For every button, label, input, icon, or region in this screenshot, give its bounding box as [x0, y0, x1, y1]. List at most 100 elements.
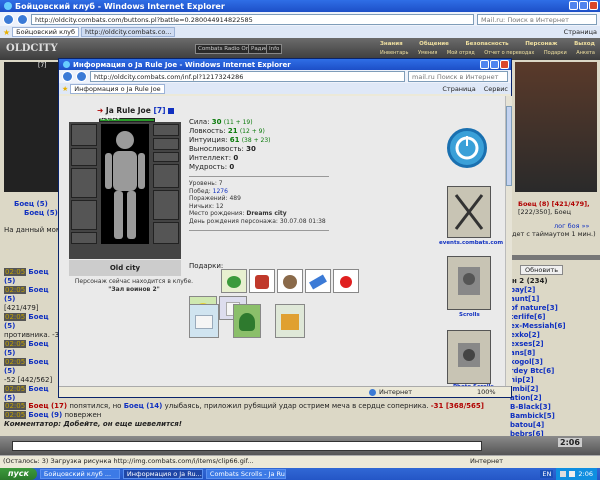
favorites-icon[interactable]: ★	[3, 28, 10, 37]
gift-item[interactable]	[275, 304, 305, 338]
shield-slot[interactable]	[153, 190, 179, 220]
popup-favorites-icon[interactable]: ★	[62, 85, 68, 93]
scrolls-link[interactable]: Scrolls	[459, 312, 480, 318]
popup-maximize-button[interactable]	[490, 60, 499, 69]
scrolls-banner[interactable]	[447, 256, 491, 310]
menu-knowledge[interactable]: Знания	[380, 41, 403, 47]
language-indicator[interactable]: EN	[540, 470, 554, 478]
gift-item[interactable]	[277, 269, 303, 293]
game-logo[interactable]: OLDCITY	[6, 43, 58, 54]
left-fighter-2[interactable]: Боец (5)	[24, 209, 58, 217]
gift-item[interactable]	[305, 269, 331, 293]
close-button[interactable]	[589, 1, 598, 10]
earring-slot[interactable]	[153, 124, 179, 136]
menu-security[interactable]: Безопасность	[465, 41, 508, 47]
bracer-slot[interactable]	[71, 148, 97, 166]
popup-zoom[interactable]: 100%	[477, 387, 496, 397]
events-banner[interactable]	[447, 186, 491, 238]
toolbar-page[interactable]: Страница	[564, 28, 597, 36]
gift-item[interactable]	[333, 269, 359, 293]
player-item[interactable]: batou[4]	[510, 421, 595, 430]
ring-slot[interactable]	[153, 152, 179, 162]
log-line-defeated: 02:05 Боец (9) повержен	[4, 411, 304, 420]
forward-icon[interactable]	[17, 13, 28, 25]
menu-profile[interactable]: Анкета	[576, 50, 595, 56]
gloves-slot[interactable]	[153, 164, 179, 188]
player-item[interactable]: aunt[1]	[510, 295, 595, 304]
player-item[interactable]: bay[2]	[510, 286, 595, 295]
popup-content: ➜ Ja Rule Joe [7] 424/424 Old city Персо…	[59, 96, 505, 390]
character-level: [7]	[153, 106, 166, 115]
popup-back-icon[interactable]	[62, 71, 73, 82]
armor-slot[interactable]	[71, 200, 97, 230]
menu-character[interactable]: Персонаж	[525, 41, 557, 47]
main-status-zone: Интернет	[470, 457, 504, 465]
player-item[interactable]: ation[2]	[510, 394, 595, 403]
chat-input[interactable]	[12, 441, 482, 451]
player-item[interactable]: ans[8]	[510, 349, 595, 358]
right-fighter-name[interactable]: Боец (8) [421/479],	[518, 200, 590, 208]
popup-forward-icon[interactable]	[76, 71, 87, 82]
gift-item[interactable]	[221, 269, 247, 293]
player-item[interactable]: exses[2]	[510, 340, 595, 349]
left-fighter-1[interactable]: Боец (5)	[14, 200, 48, 208]
popup-close-button[interactable]	[500, 60, 509, 69]
belt-slot[interactable]	[71, 232, 97, 244]
info-button[interactable]: Info	[266, 44, 283, 54]
player-item[interactable]: ex-Messiah[6]	[510, 322, 595, 331]
tab-combats[interactable]: Бойцовский клуб	[12, 27, 80, 37]
log-line-full: 02:05 Боец (17) попятился, но Боец (14) …	[4, 402, 504, 411]
url-field[interactable]: http://oldcity.combats.com/buttons.pl?ba…	[31, 13, 474, 25]
taskbar-button-scrolls[interactable]: Combats Scrolls - Ja Rul...	[205, 469, 286, 479]
log-link[interactable]: лог боя »»	[554, 222, 590, 230]
popup-toolbar-tools[interactable]: Сервис	[484, 85, 508, 93]
player-item[interactable]: exko[2]	[510, 331, 595, 340]
info-icon[interactable]	[168, 108, 175, 114]
tray-network-icon[interactable]	[560, 471, 567, 477]
refresh-button[interactable]: Обновить	[520, 265, 564, 275]
player-item[interactable]: of nature[3]	[510, 304, 595, 313]
menu-skills[interactable]: Умения	[418, 50, 437, 56]
start-button[interactable]: пуск	[0, 468, 37, 480]
player-item[interactable]: imbi[2]	[510, 385, 595, 394]
popup-scrollbar[interactable]	[505, 96, 512, 386]
menu-exit[interactable]: Выход	[574, 41, 595, 47]
gift-item[interactable]	[249, 269, 275, 293]
back-icon[interactable]	[3, 13, 14, 25]
maximize-button[interactable]	[579, 1, 588, 10]
character-name[interactable]: Ja Rule Joe	[106, 106, 151, 115]
search-field[interactable]: Mail.ru: Поиск в Интернет	[477, 13, 597, 25]
menu-inventory[interactable]: Инвентарь	[380, 50, 408, 56]
taskbar-button-main[interactable]: Бойцовский клуб ...	[39, 469, 120, 479]
player-item[interactable]: rdey Btc[6]	[510, 367, 595, 376]
gift-item[interactable]	[233, 304, 261, 338]
minimize-button[interactable]	[569, 1, 578, 10]
events-link[interactable]: events.combats.com	[439, 240, 503, 246]
menu-squad[interactable]: Мой отряд	[447, 50, 475, 56]
events-logo[interactable]	[447, 128, 487, 168]
player-item[interactable]: hip[2]	[510, 376, 595, 385]
popup-title-bar: Информация о Ja Rule Joe - Windows Inter…	[59, 59, 511, 70]
gift-item[interactable]	[189, 304, 219, 338]
boots-slot[interactable]	[153, 222, 179, 244]
player-item[interactable]: B-Black[3]	[510, 403, 595, 412]
popup-toolbar-page[interactable]: Страница	[442, 85, 475, 93]
player-item[interactable]: Bambick[5]	[510, 412, 595, 421]
popup-url-field[interactable]: http://oldcity.combats.com/inf.pl?121732…	[90, 71, 405, 82]
photo-scrolls-banner[interactable]	[447, 330, 491, 384]
weapon-slot[interactable]	[71, 168, 97, 198]
popup-tab-info[interactable]: Информация о Ja Rule Joe	[70, 83, 165, 94]
tab-oldcity[interactable]: http://oldcity.combats.co...	[81, 27, 176, 37]
player-item[interactable]: kogol[3]	[510, 358, 595, 367]
menu-communication[interactable]: Общение	[419, 41, 449, 47]
popup-search-field[interactable]: mail.ru Поиск в Интернет	[408, 71, 508, 82]
menu-gifts[interactable]: Подарки	[544, 50, 567, 56]
amulet-slot[interactable]	[153, 138, 179, 150]
menu-transfers[interactable]: Отчет о переводах	[484, 50, 534, 56]
player-item[interactable]: terlife[6]	[510, 313, 595, 322]
popup-minimize-button[interactable]	[480, 60, 489, 69]
popup-scroll-thumb[interactable]	[506, 106, 512, 186]
taskbar-button-info[interactable]: Информация о Ja Ru...	[122, 469, 203, 479]
tray-volume-icon[interactable]	[569, 471, 576, 477]
helmet-slot[interactable]	[71, 124, 97, 146]
